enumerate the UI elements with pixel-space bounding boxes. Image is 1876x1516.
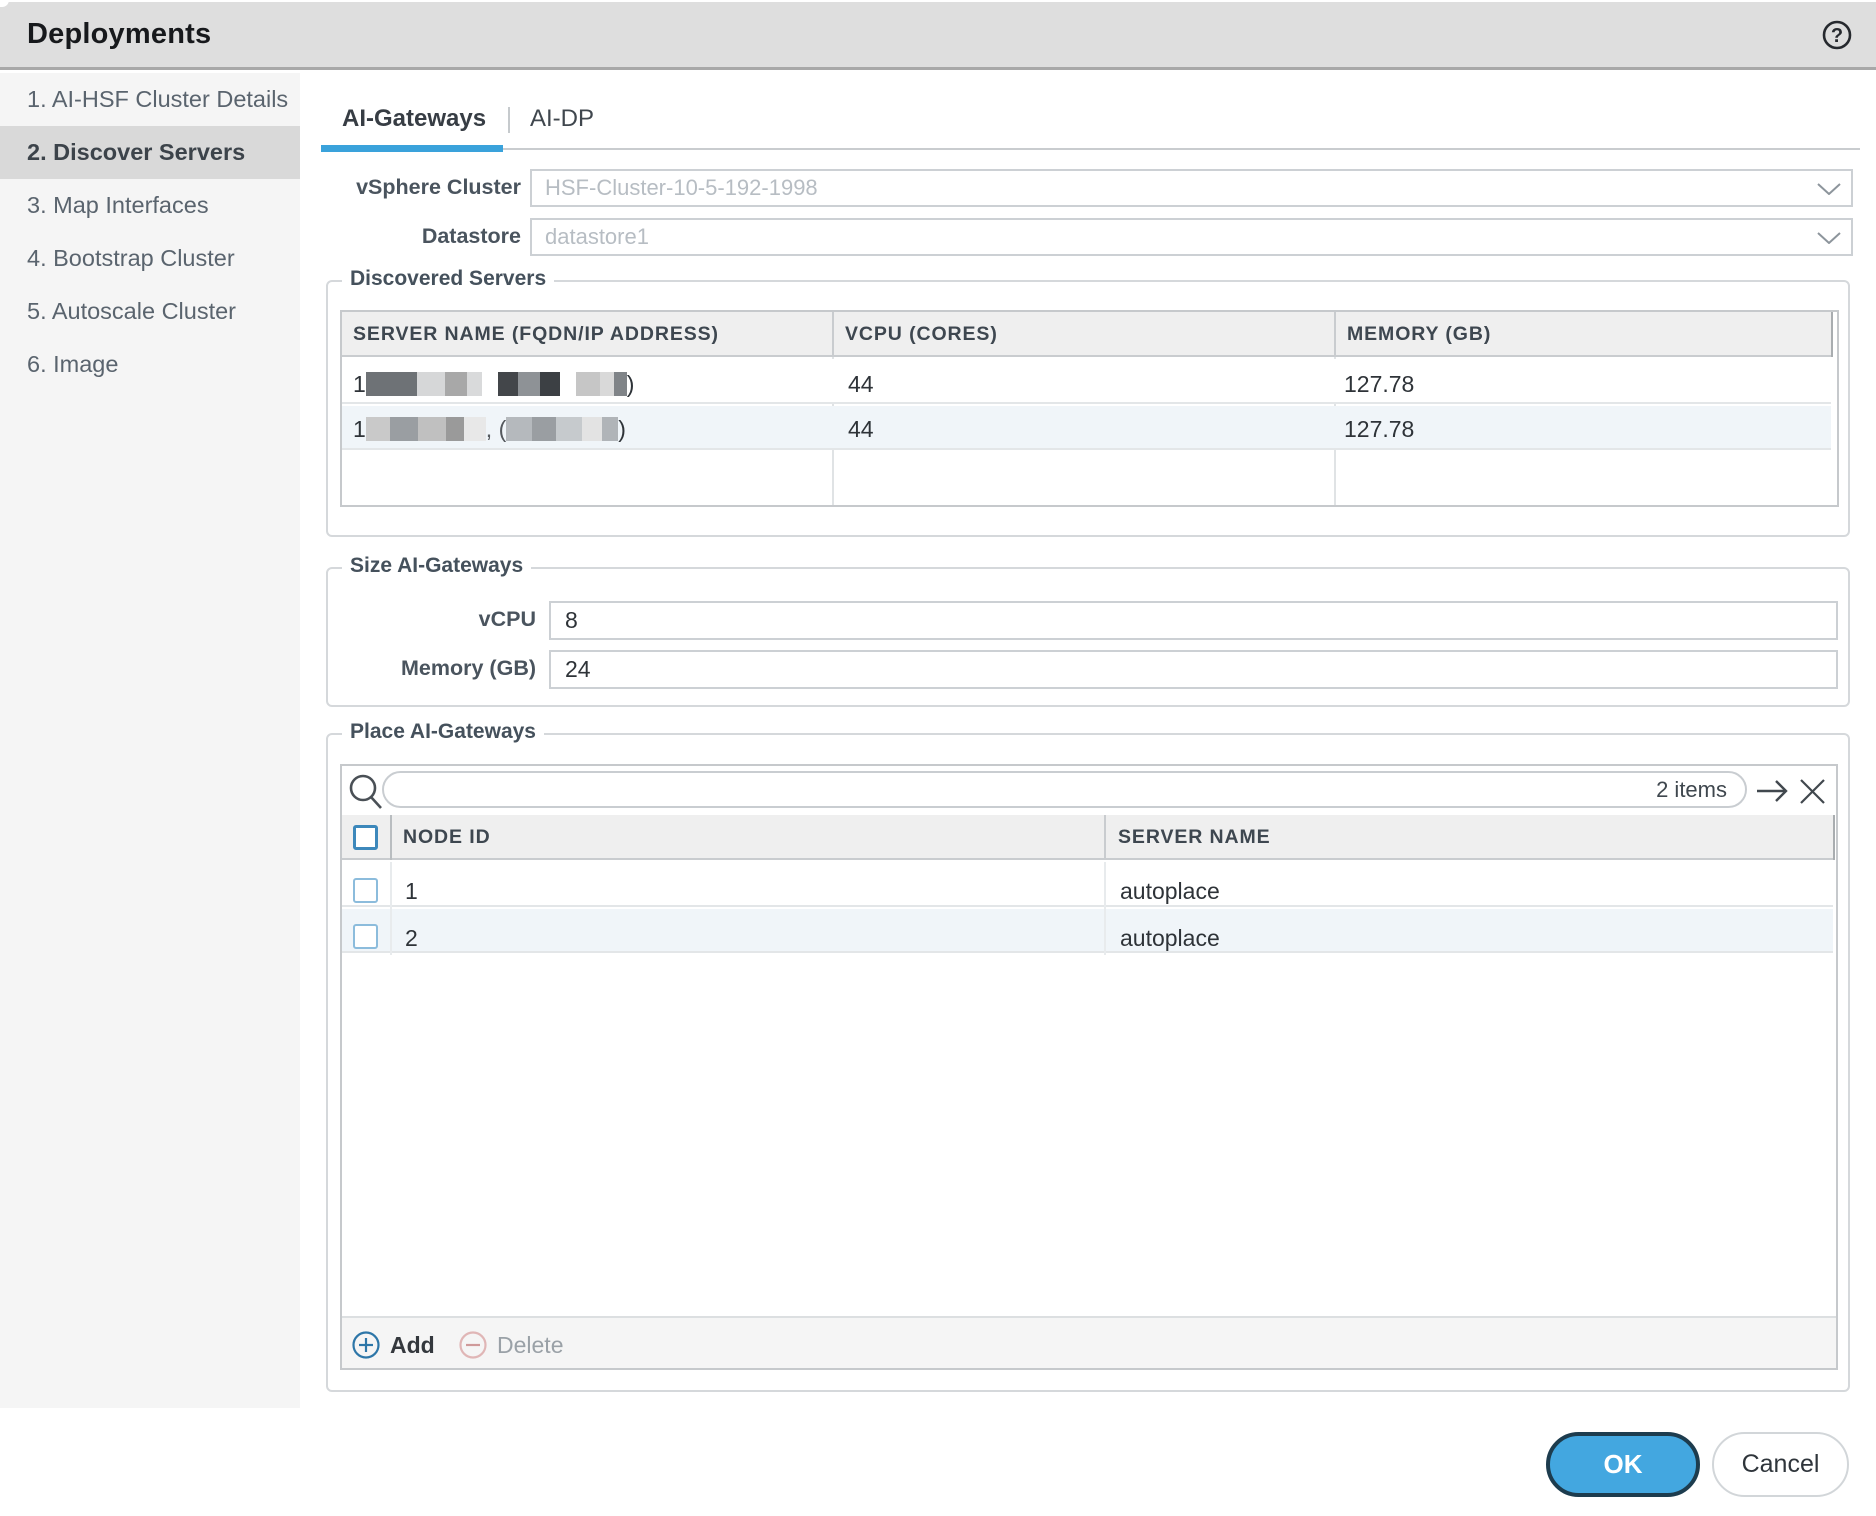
svg-text:?: ? [1831,25,1843,47]
